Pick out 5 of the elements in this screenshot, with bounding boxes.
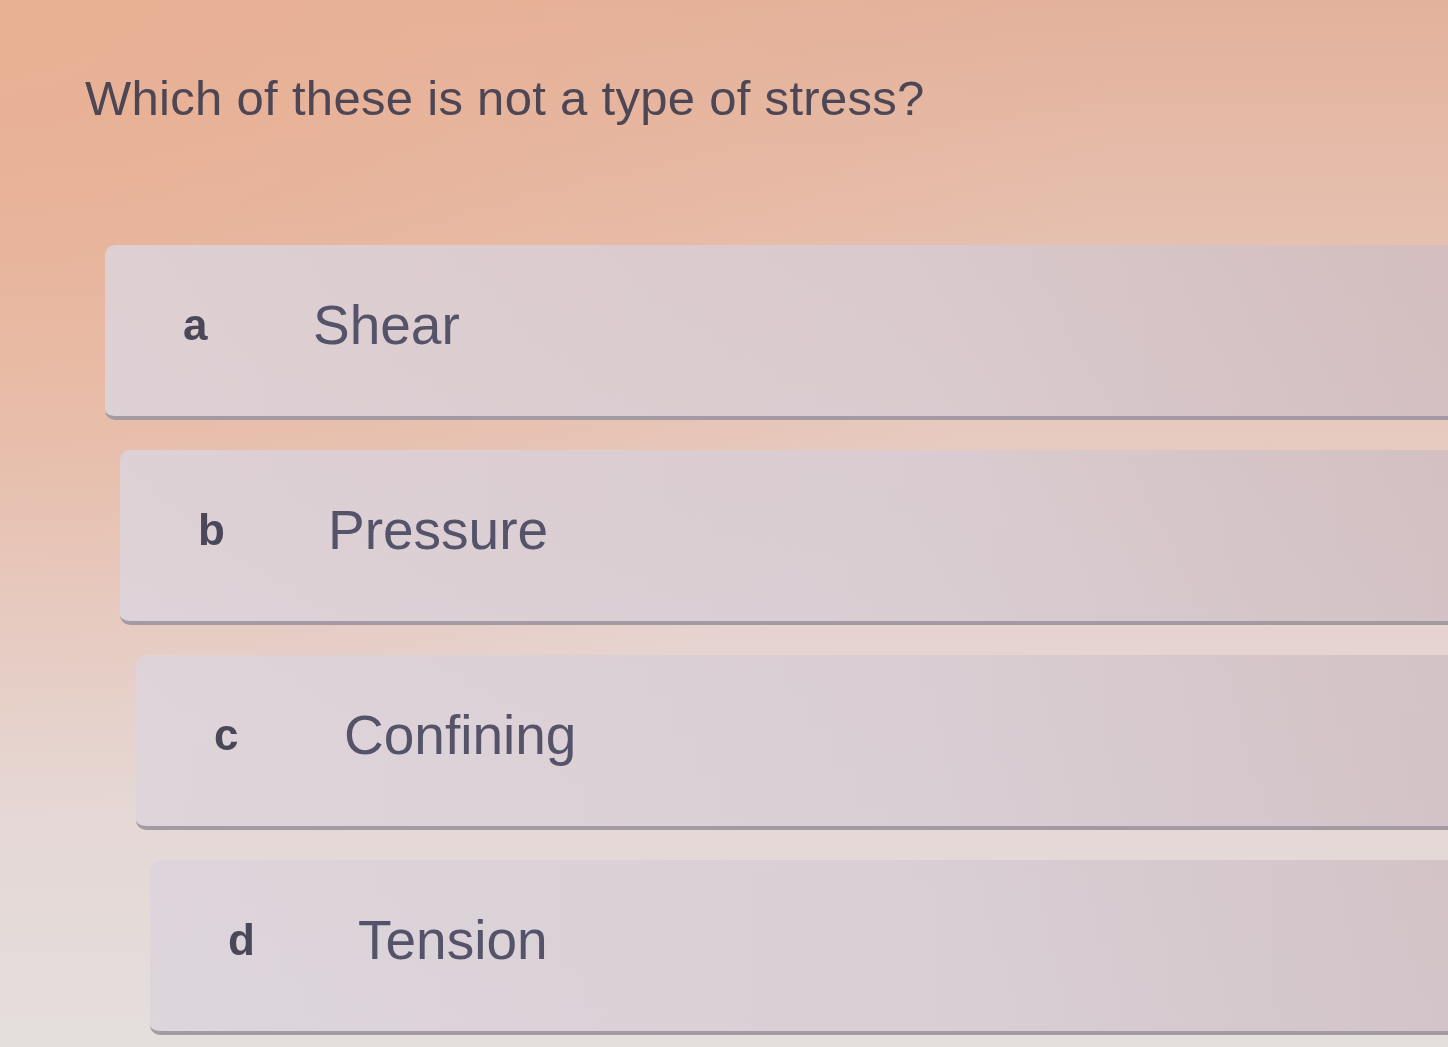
question-text: Which of these is not a type of stress?: [85, 70, 926, 127]
answer-option[interactable]: a Shear: [105, 245, 1448, 420]
answer-option[interactable]: d Tension: [150, 860, 1448, 1035]
answer-option[interactable]: c Confining: [136, 655, 1448, 830]
answer-option[interactable]: b Pressure: [120, 450, 1448, 625]
